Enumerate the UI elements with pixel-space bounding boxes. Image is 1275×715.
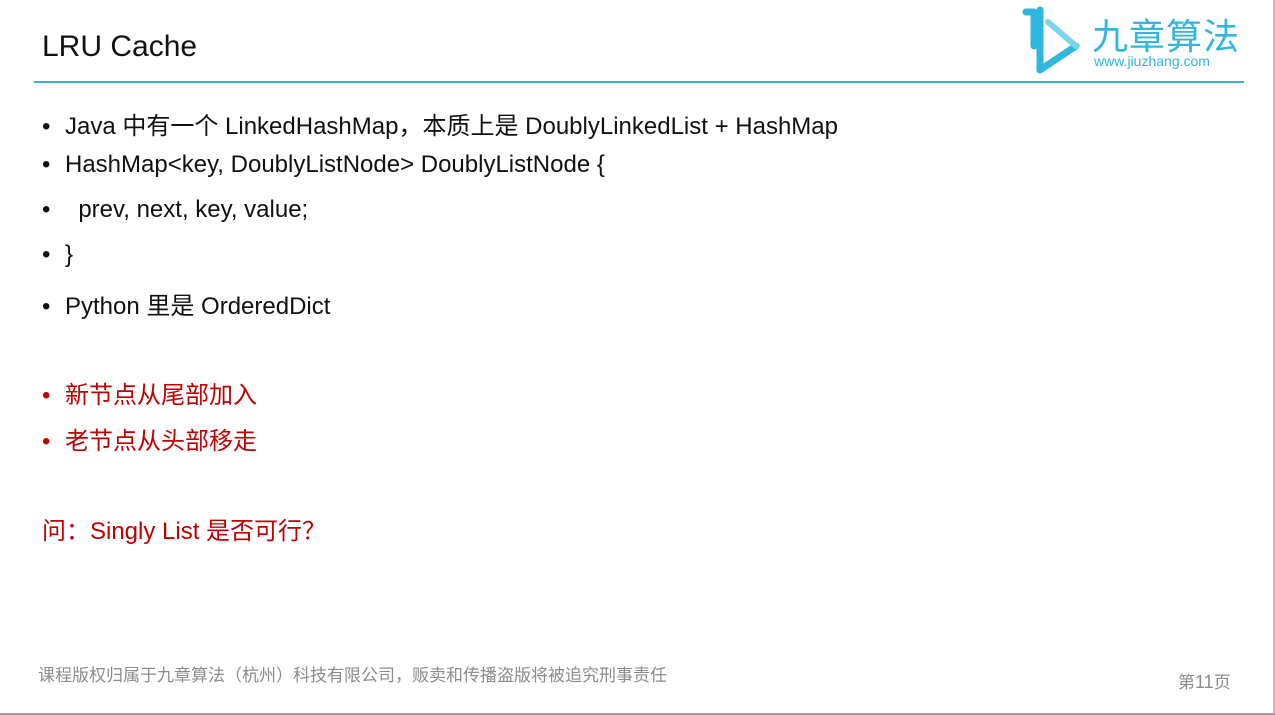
title-divider bbox=[34, 81, 1244, 83]
red-bullet-item: • 新节点从尾部加入 bbox=[42, 375, 257, 410]
bullet-text: 老节点从头部移走 bbox=[65, 427, 257, 455]
bullet-item: • Java 中有一个 LinkedHashMap，本质上是 DoublyLink… bbox=[42, 106, 838, 141]
red-bullet-item: • 老节点从头部移走 bbox=[42, 421, 257, 456]
jiuzhang-logo: 九章算法 www.jiuzhang.com bbox=[1018, 4, 1248, 78]
page-number-value: 11 bbox=[1195, 672, 1214, 692]
bullet-marker: • bbox=[42, 151, 51, 178]
bullet-marker: • bbox=[42, 293, 51, 320]
bullet-text: HashMap<key, DoublyListNode> DoublyListN… bbox=[65, 151, 605, 178]
bullet-marker: • bbox=[42, 428, 51, 455]
logo-url: www.jiuzhang.com bbox=[1094, 53, 1210, 69]
bullet-marker: • bbox=[42, 196, 51, 223]
copyright-footer: 课程版权归属于九章算法（杭州）科技有限公司，贩卖和传播盗版将被追究刑事责任 bbox=[38, 666, 667, 686]
page-prefix: 第 bbox=[1178, 673, 1195, 693]
bullet-text: Python 里是 OrderedDict bbox=[65, 293, 331, 320]
bullet-marker: • bbox=[42, 113, 51, 140]
bullet-text: prev, next, key, value; bbox=[65, 196, 309, 223]
slide: LRU Cache 九章算法 www.jiuzhang.com • Java 中有… bbox=[0, 0, 1275, 715]
bullet-text: 新节点从尾部加入 bbox=[65, 381, 257, 409]
page-number: 第11页 bbox=[1178, 668, 1231, 693]
bullet-item: • prev, next, key, value; bbox=[42, 196, 308, 224]
bullet-text: Java 中有一个 LinkedHashMap，本质上是 DoublyLinke… bbox=[65, 113, 838, 140]
slide-title: LRU Cache bbox=[42, 30, 198, 63]
bullet-item: • HashMap<key, DoublyListNode> DoublyList… bbox=[42, 151, 605, 179]
page-suffix: 页 bbox=[1213, 673, 1231, 693]
bullet-marker: • bbox=[42, 382, 51, 409]
question-text: 问：Singly List 是否可行？ bbox=[42, 518, 327, 545]
bullet-text: } bbox=[65, 241, 74, 268]
bullet-item: •} bbox=[42, 241, 73, 269]
bullet-marker: • bbox=[42, 241, 51, 268]
jiuzhang-logo-icon bbox=[1022, 6, 1080, 74]
bullet-item: • Python 里是 OrderedDict bbox=[42, 286, 330, 321]
